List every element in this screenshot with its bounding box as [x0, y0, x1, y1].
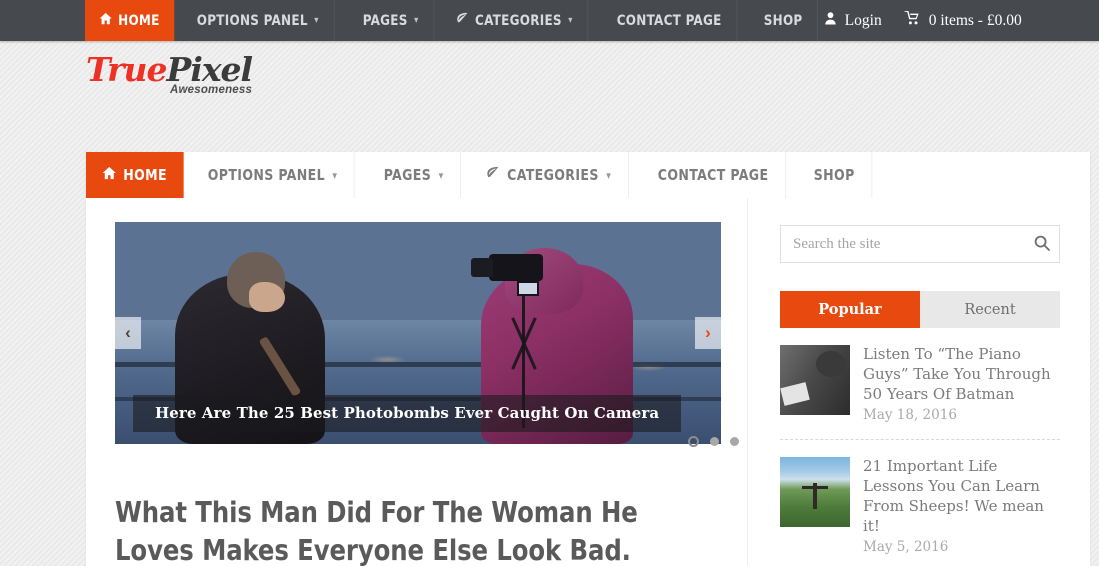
home-icon: [99, 12, 112, 29]
chevron-down-icon: ▾: [439, 168, 445, 182]
topnav-item-options-panel[interactable]: OPTIONS PANEL ▾: [182, 0, 335, 41]
slider-dot-1[interactable]: [688, 436, 699, 447]
mainnav-label: CATEGORIES: [506, 166, 599, 184]
slide-camera: [471, 254, 543, 281]
site-header: TruePixel Awesomeness: [0, 41, 1099, 151]
article-title[interactable]: What This Man Did For The Woman He Loves…: [115, 494, 723, 566]
site-logo[interactable]: TruePixel Awesomeness: [86, 50, 253, 96]
topnav-label: OPTIONS PANEL: [196, 12, 308, 29]
mainnav-spacer: [878, 152, 1090, 198]
slide-bag-strap: [258, 336, 302, 397]
top-bar-right: Login 0 items - £0.00: [824, 0, 1099, 41]
slide-caption[interactable]: Here Are The 25 Best Photobombs Ever Cau…: [133, 395, 682, 432]
top-navigation: HOME OPTIONS PANEL ▾ PAGES ▾ CATEGORIES …: [85, 0, 824, 41]
chevron-down-icon: ▾: [605, 168, 611, 182]
mainnav-label: CONTACT PAGE: [657, 166, 769, 184]
post-title: Listen To “The Piano Guys” Take You Thro…: [863, 345, 1051, 403]
mainnav-item-pages[interactable]: PAGES ▾: [367, 152, 462, 198]
leaf-icon: [486, 166, 500, 184]
slider-pagination: [688, 436, 739, 447]
featured-slider[interactable]: Here Are The 25 Best Photobombs Ever Cau…: [115, 222, 721, 444]
post-date: May 18, 2016: [863, 406, 957, 423]
sidebar: Popular Recent Listen To “The Piano Guys…: [747, 198, 1090, 566]
search-icon: [1034, 235, 1050, 254]
mainnav-item-categories[interactable]: CATEGORIES ▾: [469, 152, 629, 198]
user-icon: [824, 11, 837, 30]
mainnav-item-home[interactable]: HOME: [86, 152, 184, 198]
topnav-label: HOME: [118, 12, 160, 29]
cart-label: 0 items - £0.00: [928, 11, 1022, 29]
chevron-down-icon: ▾: [568, 15, 574, 26]
list-item[interactable]: Listen To “The Piano Guys” Take You Thro…: [780, 328, 1060, 440]
logo-wordmark: TruePixel: [86, 50, 253, 89]
cart-icon: [904, 11, 921, 30]
topnav-label: SHOP: [763, 12, 803, 29]
mainnav-label: PAGES: [384, 166, 432, 184]
chevron-down-icon: ▾: [413, 15, 419, 26]
login-link[interactable]: Login: [824, 11, 882, 30]
topnav-label: CATEGORIES: [475, 12, 563, 29]
topnav-item-home[interactable]: HOME: [85, 0, 175, 41]
search-input[interactable]: [781, 235, 1025, 253]
leaf-icon: [456, 12, 469, 29]
slider-prev-button[interactable]: ‹: [115, 317, 141, 349]
topnav-item-shop[interactable]: SHOP: [749, 0, 818, 41]
tab-recent[interactable]: Recent: [920, 291, 1060, 328]
main-column: Here Are The 25 Best Photobombs Ever Cau…: [86, 198, 747, 566]
topnav-label: CONTACT PAGE: [616, 12, 722, 29]
mainnav-item-contact-page[interactable]: CONTACT PAGE: [641, 152, 786, 198]
search-button[interactable]: [1025, 226, 1059, 262]
post-title: 21 Important Life Lessons You Can Learn …: [863, 456, 1044, 535]
top-bar: HOME OPTIONS PANEL ▾ PAGES ▾ CATEGORIES …: [0, 0, 1099, 41]
home-icon: [102, 166, 116, 184]
mainnav-label: OPTIONS PANEL: [207, 166, 325, 184]
chevron-down-icon: ▾: [314, 15, 319, 26]
chevron-left-icon: ‹: [125, 323, 131, 342]
search-widget: [780, 225, 1060, 263]
slider-next-button[interactable]: ›: [695, 317, 721, 349]
chevron-right-icon: ›: [705, 323, 711, 342]
topnav-item-contact-page[interactable]: CONTACT PAGE: [602, 0, 737, 41]
logo-part-true: True: [86, 50, 168, 89]
login-label: Login: [844, 11, 882, 29]
content-card: Here Are The 25 Best Photobombs Ever Cau…: [86, 198, 1090, 566]
tab-popular[interactable]: Popular: [780, 291, 920, 328]
chevron-down-icon: ▾: [332, 168, 338, 182]
topnav-item-categories[interactable]: CATEGORIES ▾: [441, 0, 589, 41]
slider-dot-2[interactable]: [710, 437, 719, 446]
list-item[interactable]: 21 Important Life Lessons You Can Learn …: [780, 440, 1060, 566]
main-navigation: HOME OPTIONS PANEL ▾ PAGES ▾ CATEGORIES …: [86, 152, 1090, 198]
cart-link[interactable]: 0 items - £0.00: [904, 11, 1022, 30]
mainnav-label: SHOP: [813, 166, 855, 184]
topnav-label: PAGES: [362, 12, 408, 29]
slider-dot-3[interactable]: [730, 437, 739, 446]
post-date: May 5, 2016: [863, 538, 949, 555]
piano-thumbnail: [780, 345, 850, 415]
sheep-thumbnail: [780, 456, 850, 527]
mainnav-label: HOME: [123, 166, 167, 184]
mainnav-item-shop[interactable]: SHOP: [797, 152, 873, 198]
sidebar-tabs: Popular Recent: [780, 291, 1060, 328]
mainnav-item-options-panel[interactable]: OPTIONS PANEL ▾: [191, 152, 356, 198]
topnav-item-pages[interactable]: PAGES ▾: [348, 0, 434, 41]
slide-camera-screen: [517, 281, 539, 296]
